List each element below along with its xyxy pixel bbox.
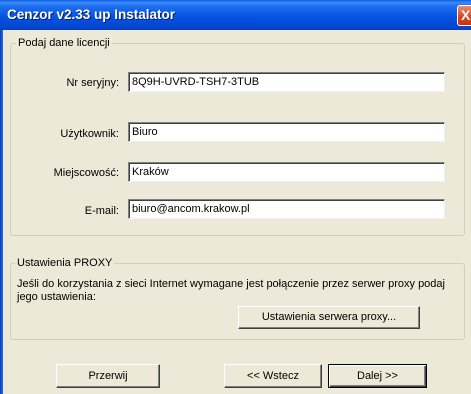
proxy-group-legend: Ustawienia PROXY — [15, 257, 115, 269]
proxy-description: Jeśli do korzystania z sieci Internet wy… — [17, 278, 445, 303]
proxy-settings-button-label: Ustawienia serwera proxy... — [261, 311, 397, 323]
cancel-button[interactable]: Przerwij — [56, 364, 160, 388]
title-bar[interactable]: Cenzor v2.33 up Instalator X — [0, 0, 471, 30]
close-button[interactable]: X — [457, 5, 471, 26]
city-input[interactable] — [128, 162, 445, 182]
next-button-label: Dalej >> — [357, 370, 398, 382]
proxy-settings-button[interactable]: Ustawienia serwera proxy... — [238, 306, 420, 329]
serial-input[interactable] — [128, 72, 445, 92]
serial-label: Nr seryjny: — [66, 77, 119, 89]
license-group-legend: Podaj dane licencji — [16, 37, 112, 49]
user-label: Użytkownik: — [60, 128, 119, 140]
email-label: E-mail: — [84, 205, 119, 217]
back-button[interactable]: << Wstecz — [224, 364, 322, 388]
user-input[interactable] — [128, 122, 445, 142]
email-input[interactable] — [128, 199, 445, 219]
close-icon: X — [461, 7, 471, 23]
city-label: Miejscowość: — [53, 167, 119, 179]
back-button-label: << Wstecz — [247, 370, 299, 382]
next-button[interactable]: Dalej >> — [328, 364, 427, 388]
window-title: Cenzor v2.33 up Instalator — [7, 7, 176, 22]
cancel-button-label: Przerwij — [88, 370, 128, 382]
